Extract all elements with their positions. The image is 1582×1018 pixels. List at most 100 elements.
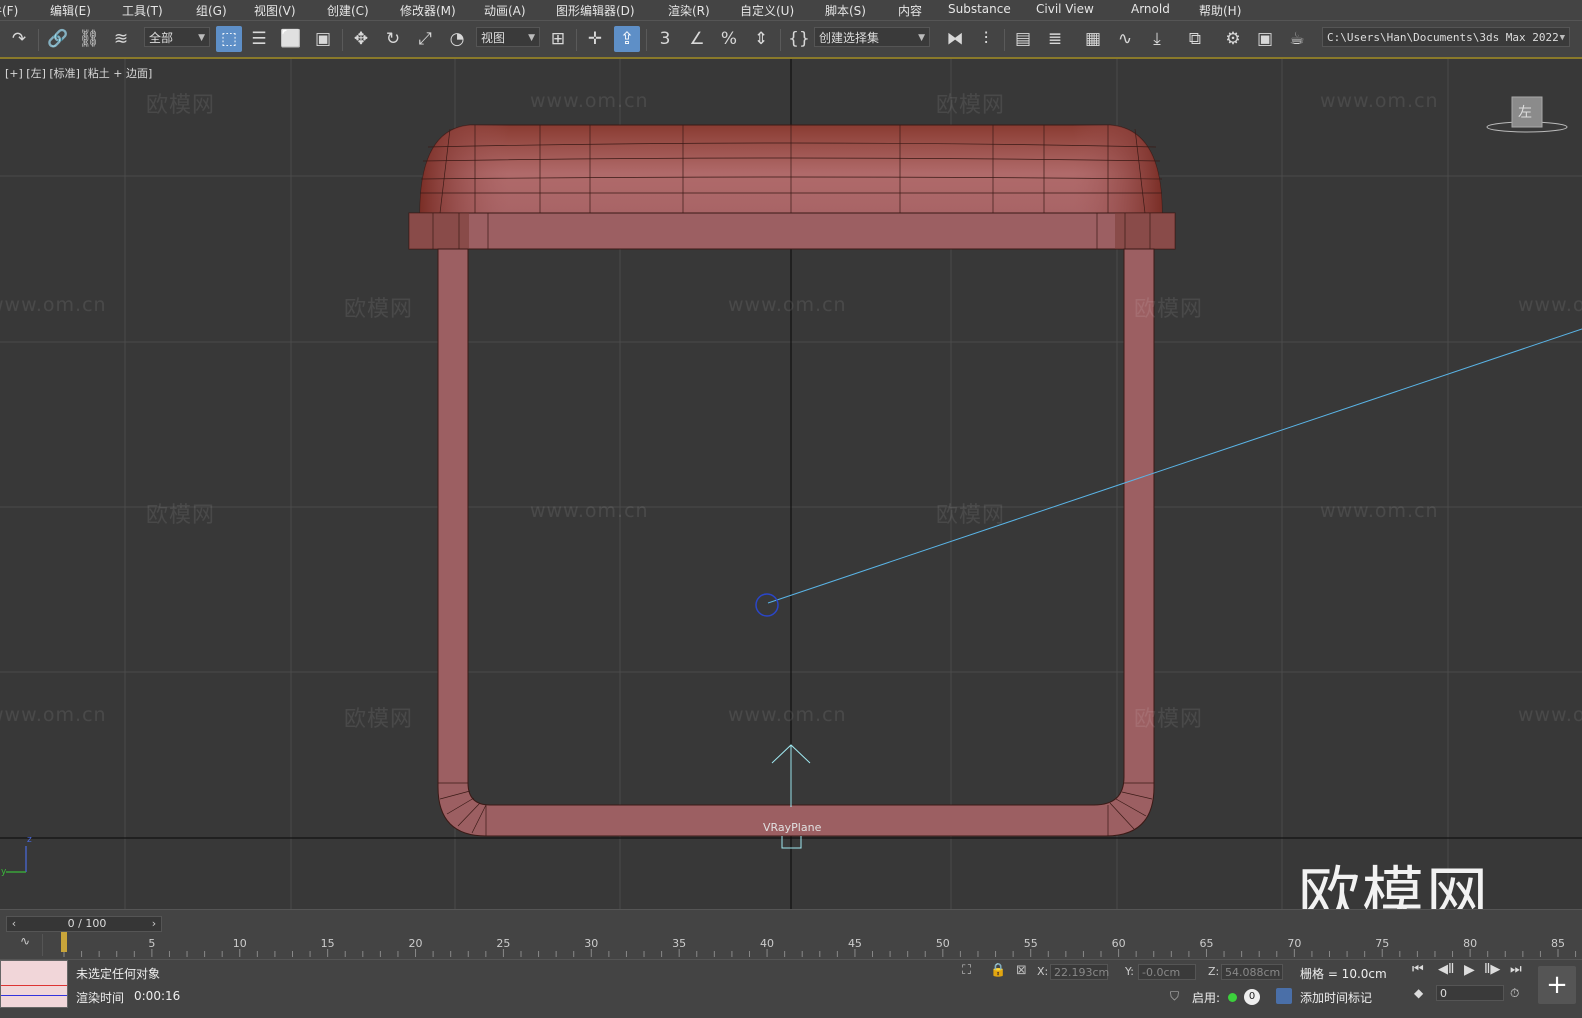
menu-item[interactable]: Substance (948, 2, 1011, 16)
lock-icon[interactable]: 🔒 (990, 963, 1006, 978)
enable-count-badge[interactable]: 0 (1244, 989, 1260, 1005)
mirror-icon[interactable]: ⧓ (942, 26, 968, 52)
chair-model[interactable] (408, 124, 1176, 837)
go-to-end-icon[interactable]: ⏭ (1510, 962, 1522, 977)
view-cube-face-label[interactable]: 左 (1518, 102, 1532, 122)
previous-frame-icon[interactable]: ◀Ⅱ (1438, 962, 1454, 977)
menu-item[interactable]: 创建(C) (327, 2, 369, 19)
curve-editor-mini-icon[interactable]: ∿ (20, 934, 30, 948)
track-tick-label: 20 (408, 937, 423, 950)
unlink-icon[interactable]: ⛓ (76, 26, 102, 52)
z-coord-field[interactable]: 54.088cm (1221, 964, 1283, 980)
schematic-view-icon[interactable]: ⤓ (1144, 26, 1170, 52)
adaptive-degradation-label: 启用: (1192, 991, 1221, 1005)
move-icon[interactable]: ✥ (348, 26, 374, 52)
menu-item[interactable]: 内容 (898, 2, 922, 19)
spinner-snap-icon[interactable]: ⇕ (748, 26, 774, 52)
pivot-center-icon[interactable]: ⊞ (545, 26, 571, 52)
chevron-left-icon[interactable]: ‹ (7, 917, 21, 931)
named-selection-set-dropdown[interactable]: 创建选择集 ▼ (814, 27, 930, 47)
seat-rail[interactable] (408, 212, 1176, 250)
window-crossing-icon[interactable]: ▣ (310, 26, 336, 52)
menu-item[interactable]: Civil View (1036, 2, 1094, 16)
reference-coordinate-dropdown[interactable]: 视图 ▼ (476, 27, 540, 47)
rendered-frame-window-icon[interactable]: ▣ (1252, 26, 1278, 52)
selection-filter-value: 全部 (149, 31, 174, 45)
layer-explorer-icon[interactable]: ≣ (1042, 26, 1068, 52)
select-manipulate-icon[interactable]: ✛ (582, 26, 608, 52)
left-viewport[interactable]: [+] [左] [标准] [粘土 + 边面] 左 z y 欧模网 www.om.… (0, 59, 1582, 909)
redo-icon[interactable]: ↷ (6, 26, 32, 52)
listener-line (1, 995, 67, 996)
menu-item[interactable]: 文件(F) (0, 2, 18, 19)
render-setup-icon[interactable]: ⚙ (1220, 26, 1246, 52)
key-mode-icon[interactable]: ◆ (1414, 986, 1423, 1000)
time-slider-marker[interactable] (61, 932, 67, 952)
menu-item[interactable]: 渲染(R) (668, 2, 710, 19)
time-tag-icon[interactable] (1276, 988, 1292, 1004)
render-production-icon[interactable]: ☕ (1284, 26, 1310, 52)
absolute-mode-icon[interactable]: ⊠ (1016, 963, 1027, 978)
curve-editor-icon[interactable]: ∿ (1112, 26, 1138, 52)
maxscript-listener-preview[interactable] (0, 960, 68, 1008)
watermark-text: 欧模网 (344, 707, 414, 732)
link-icon[interactable]: 🔗 (45, 26, 71, 52)
menu-item[interactable]: Arnold (1131, 2, 1170, 16)
enabled-status-dot (1228, 993, 1237, 1002)
y-coord-field[interactable]: -0.0cm (1138, 964, 1196, 980)
selection-filter-dropdown[interactable]: 全部 ▼ (144, 27, 210, 47)
z-coord-label: Z: (1208, 965, 1220, 978)
axis-tripod (6, 846, 27, 873)
align-icon[interactable]: ⫶ (973, 26, 999, 52)
menu-item[interactable]: 帮助(H) (1199, 2, 1241, 19)
select-object-icon[interactable]: ⬚ (216, 26, 242, 52)
angle-snap-icon[interactable]: ∠ (684, 26, 710, 52)
menu-item[interactable]: 自定义(U) (740, 2, 794, 19)
chevron-right-icon[interactable]: › (147, 917, 161, 931)
edit-named-selection-icon[interactable]: {} (786, 26, 812, 52)
isolate-selection-icon[interactable]: ⛶ (962, 963, 971, 978)
play-icon[interactable]: ▶ (1464, 962, 1475, 978)
viewport-layout-add-icon[interactable]: + (1538, 966, 1576, 1004)
select-by-name-icon[interactable]: ☰ (246, 26, 272, 52)
scale-icon[interactable]: ⤢ (412, 26, 438, 52)
project-path-dropdown[interactable]: C:\Users\Han\Documents\3ds Max 2022 ▼ (1322, 27, 1570, 47)
x-coord-field[interactable]: 22.193cm (1050, 964, 1109, 980)
toggle-ribbon-icon[interactable]: ▦ (1080, 26, 1106, 52)
menu-item[interactable]: 脚本(S) (825, 2, 866, 19)
scene-explorer-icon[interactable]: ▤ (1010, 26, 1036, 52)
menu-item[interactable]: 图形编辑器(D) (556, 2, 635, 19)
light-target-handle[interactable] (755, 593, 779, 617)
menu-item[interactable]: 编辑(E) (50, 2, 91, 19)
menu-item[interactable]: 视图(V) (254, 2, 296, 19)
rotate-icon[interactable]: ↻ (380, 26, 406, 52)
watermark-text: 欧模网 (1134, 707, 1204, 732)
shield-icon[interactable]: ⛉ (1170, 989, 1179, 1004)
menu-item[interactable]: 动画(A) (484, 2, 526, 19)
chair-frame[interactable] (437, 248, 1155, 837)
rectangle-selection-icon[interactable]: ⬜ (278, 26, 304, 52)
next-frame-icon[interactable]: Ⅱ▶ (1484, 962, 1500, 977)
placement-icon[interactable]: ◔ (444, 26, 470, 52)
watermark-url: www.om.cn (0, 704, 107, 726)
go-to-start-icon[interactable]: ⏮ (1412, 962, 1424, 977)
material-editor-icon[interactable]: ⧉ (1182, 26, 1208, 52)
axis-y-label: y (1, 867, 7, 877)
menu-item[interactable]: 组(G) (196, 2, 227, 19)
listener-line (1, 985, 67, 986)
time-configuration-icon[interactable]: ⏱ (1510, 986, 1519, 1001)
menu-item[interactable]: 修改器(M) (400, 2, 456, 19)
menu-item[interactable]: 工具(T) (122, 2, 163, 19)
bind-space-warp-icon[interactable]: ≋ (108, 26, 134, 52)
track-bar[interactable]: 0510152025303540455055606570758085 (60, 935, 1582, 957)
keyboard-shortcut-override-icon[interactable]: ⇪ (614, 26, 640, 52)
percent-snap-icon[interactable]: % (716, 26, 742, 52)
current-frame-field[interactable]: 0 (1436, 985, 1504, 1001)
snaps-toggle-icon[interactable]: 3 (652, 26, 678, 52)
selection-status: 未选定任何对象 (76, 967, 161, 981)
add-time-tag-label[interactable]: 添加时间标记 (1300, 989, 1372, 1006)
track-tick-label: 35 (672, 937, 687, 950)
chevron-down-icon: ▼ (1559, 33, 1565, 43)
toolbar-separator (1004, 29, 1005, 51)
time-slider[interactable]: ‹ 0 / 100 › (6, 916, 162, 932)
